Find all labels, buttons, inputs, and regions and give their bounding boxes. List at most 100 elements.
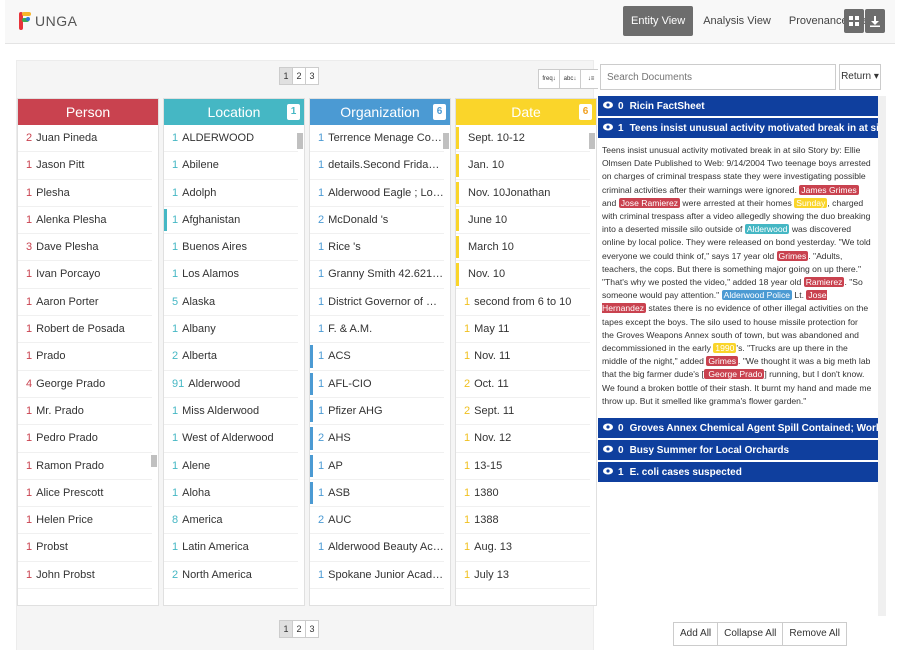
person-list-item[interactable]: 1 Jason Pitt	[18, 152, 152, 180]
date-list-item[interactable]: 1 Aug. 13	[456, 534, 590, 562]
date-list-item[interactable]: June 10	[456, 207, 590, 235]
tab-analysis-view[interactable]: Analysis View	[695, 6, 779, 36]
location-column-header[interactable]: Location 1	[164, 99, 304, 125]
page-3-button-bottom[interactable]: 3	[305, 620, 319, 638]
person-list-item[interactable]: 3 Dave Plesha	[18, 234, 152, 262]
date-entity-highlight[interactable]: Sunday	[794, 197, 828, 208]
person-entity-highlight[interactable]: James Grimes	[799, 184, 859, 195]
eye-icon[interactable]	[603, 96, 613, 116]
remove-all-button[interactable]: Remove All	[782, 622, 847, 646]
search-documents-input[interactable]	[600, 64, 836, 90]
document-header[interactable]: 1 E. coli cases suspected	[598, 462, 878, 485]
location-list-item[interactable]: 1 Albany	[164, 316, 298, 344]
page-2-button[interactable]: 2	[292, 67, 306, 85]
return-dropdown-button[interactable]: Return ▾	[839, 64, 881, 90]
sort-by-frequency-icon[interactable]: freq↓	[538, 69, 560, 89]
location-list-item[interactable]: 1 Adolph	[164, 180, 298, 207]
date-list-item[interactable]: 1 Nov. 12	[456, 425, 590, 453]
person-list-item[interactable]: 1 Ivan Porcayo	[18, 261, 152, 289]
organization-list-item[interactable]: 2 AHS	[310, 425, 444, 453]
organization-list-item[interactable]: 1 Pfizer AHG	[310, 398, 444, 426]
person-list-item[interactable]: 1 Helen Price	[18, 507, 152, 535]
document-header[interactable]: 0 Groves Annex Chemical Agent Spill Conta…	[598, 418, 878, 441]
person-list-item[interactable]: 1 Plesha	[18, 180, 152, 207]
location-list-item[interactable]: 1 Abilene	[164, 152, 298, 180]
location-list-item[interactable]: 1 Los Alamos	[164, 261, 298, 289]
page-2-button-bottom[interactable]: 2	[292, 620, 306, 638]
person-entity-highlight[interactable]: Grimes	[706, 356, 739, 367]
date-entity-highlight[interactable]: 1990	[713, 343, 737, 354]
date-list-item[interactable]: 1 May 11	[456, 316, 590, 344]
add-all-button[interactable]: Add All	[673, 622, 719, 646]
document-header[interactable]: 0 Ricin FactSheet	[598, 96, 878, 118]
organization-list-item[interactable]: 1 ASB	[310, 480, 444, 508]
person-entity-highlight[interactable]: George Prado	[703, 369, 765, 380]
location-list-item[interactable]: 1 Afghanistan	[164, 207, 298, 235]
person-list-item[interactable]: 1 Robert de Posada	[18, 316, 152, 344]
location-list-item[interactable]: 5 Alaska	[164, 289, 298, 317]
person-list-item[interactable]: 1 Mr. Prado	[18, 398, 152, 426]
person-list[interactable]: 2 Juan Pineda 1 Jason Pitt 1 Plesha 1 Alenka Pl…	[18, 125, 158, 607]
person-list-item[interactable]: 1 Ramon Prado	[18, 453, 152, 480]
date-list-item[interactable]: 1 13-15	[456, 453, 590, 480]
organization-scrollbar[interactable]	[443, 129, 449, 603]
organization-list-item[interactable]: 1 AFL-CIO	[310, 371, 444, 398]
date-list-item[interactable]: 1 1388	[456, 507, 590, 535]
organization-list-item[interactable]: 1Granny Smith 42.621.32028.4...	[310, 261, 444, 289]
download-icon[interactable]	[865, 9, 885, 33]
location-list-item[interactable]: 2 North America	[164, 562, 298, 590]
person-column-header[interactable]: Person	[18, 99, 158, 125]
person-list-item[interactable]: 1 Pedro Prado	[18, 425, 152, 453]
person-entity-highlight[interactable]: Ramierez	[803, 277, 845, 288]
organization-entity-highlight[interactable]: Alderwood Police	[721, 290, 793, 301]
location-list-item[interactable]: 1 Buenos Aires	[164, 234, 298, 262]
date-list-item[interactable]: 1 Nov. 11	[456, 343, 590, 371]
date-list[interactable]: Sept. 10-12 Jan. 10 Nov. 10Jonathan June 10…	[456, 125, 596, 607]
date-list-item[interactable]: 2 Oct. 11	[456, 371, 590, 398]
organization-list-item[interactable]: 1District Governor of Rotary Di...	[310, 289, 444, 317]
brand[interactable]: UNGA	[19, 12, 77, 30]
page-3-button[interactable]: 3	[305, 67, 319, 85]
date-scrollbar[interactable]	[589, 129, 595, 603]
date-column-header[interactable]: Date 6	[456, 99, 596, 125]
date-list-item[interactable]: Nov. 10	[456, 261, 590, 289]
person-entity-highlight[interactable]: Grimes	[776, 250, 809, 261]
location-list-item[interactable]: 1 ALDERWOOD	[164, 125, 298, 153]
location-list-item[interactable]: 1 Miss Alderwood	[164, 398, 298, 426]
date-list-item[interactable]: March 10	[456, 234, 590, 262]
organization-list-item[interactable]: 1details.Second FridaysSunny ...	[310, 152, 444, 180]
location-list-item[interactable]: 1 West of Alderwood	[164, 425, 298, 453]
organization-column-header[interactable]: Organization 6	[310, 99, 450, 125]
date-list-item[interactable]: 1 July 13	[456, 562, 590, 590]
person-list-item[interactable]: 2 Juan Pineda	[18, 125, 152, 153]
location-scrollbar[interactable]	[297, 129, 303, 603]
location-list-item[interactable]: 1 Alene	[164, 453, 298, 480]
location-list-item[interactable]: 91 Alderwood	[164, 371, 298, 398]
person-list-item[interactable]: 1 John Probst	[18, 562, 152, 590]
page-1-button[interactable]: 1	[279, 67, 293, 85]
person-list-item[interactable]: 1 Alice Prescott	[18, 480, 152, 508]
person-list-item[interactable]: 1 Aaron Porter	[18, 289, 152, 317]
organization-list-item[interactable]: 1Alderwood Eagle ; Lower Vall...	[310, 180, 444, 207]
collapse-all-button[interactable]: Collapse All	[717, 622, 784, 646]
date-list-item[interactable]: 1 second from 6 to 10	[456, 289, 590, 317]
date-list-item[interactable]: 1 1380	[456, 480, 590, 508]
tab-entity-view[interactable]: Entity View	[623, 6, 694, 36]
organization-list-item[interactable]: 1 Rice 's	[310, 234, 444, 262]
date-list-item[interactable]: Jan. 10	[456, 152, 590, 180]
person-list-item[interactable]: 1 Prado	[18, 343, 152, 371]
eye-icon[interactable]	[603, 418, 613, 438]
person-list-item[interactable]: 1 Probst	[18, 534, 152, 562]
person-scrollbar[interactable]	[151, 129, 157, 603]
location-list-item[interactable]: 1 Aloha	[164, 480, 298, 508]
document-header[interactable]: 0 Busy Summer for Local Orchards	[598, 440, 878, 463]
location-entity-highlight[interactable]: Alderwood	[744, 224, 790, 235]
organization-list-item[interactable]: 2 AUC	[310, 507, 444, 535]
document-scrollbar[interactable]	[878, 96, 886, 616]
person-list-item[interactable]: 1 Alenka Plesha	[18, 207, 152, 235]
eye-icon[interactable]	[603, 462, 613, 482]
page-1-button-bottom[interactable]: 1	[279, 620, 293, 638]
location-list-item[interactable]: 8 America	[164, 507, 298, 535]
organization-list-item[interactable]: 1Alderwood Beauty Academy	[310, 534, 444, 562]
eye-icon[interactable]	[603, 440, 613, 460]
